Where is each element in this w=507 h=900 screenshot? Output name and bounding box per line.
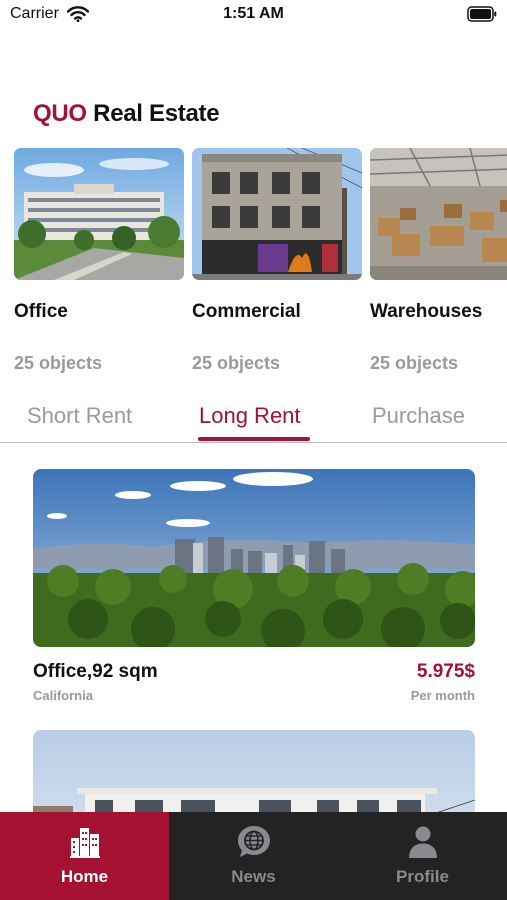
nav-label: News xyxy=(231,867,276,886)
brand-name: QUO xyxy=(33,100,87,127)
listing-image xyxy=(33,730,475,812)
category-carousel[interactable]: Office 25 objects Commercial 25 objects … xyxy=(14,148,507,388)
category-count: 25 objects xyxy=(192,353,281,373)
listing-price-period: Per month xyxy=(410,688,475,703)
active-tab-indicator xyxy=(198,437,310,441)
nav-profile[interactable]: Profile xyxy=(338,812,507,900)
listing-card[interactable]: Office,92 sqm California 5.975$ Per mont… xyxy=(33,469,475,707)
listing-image xyxy=(33,469,475,647)
category-image-warehouses xyxy=(370,148,507,280)
category-card-office[interactable]: Office 25 objects xyxy=(14,148,184,374)
listing-location: California xyxy=(33,688,93,703)
nav-news[interactable]: News xyxy=(169,812,338,900)
listing-card[interactable] xyxy=(33,730,475,812)
nav-label: Profile xyxy=(396,867,449,886)
bottom-navigation: Home News Profile xyxy=(0,812,507,900)
listing-feed[interactable]: Office,92 sqm California 5.975$ Per mont… xyxy=(33,469,475,812)
person-icon xyxy=(409,826,437,858)
nav-label: Home xyxy=(60,867,109,886)
tab-purchase[interactable]: Purchase xyxy=(372,403,465,429)
globe-chat-icon xyxy=(238,826,270,857)
status-bar: Carrier 1:51 AM xyxy=(0,0,507,30)
category-image-commercial xyxy=(192,148,362,280)
category-name: Warehouses xyxy=(370,301,483,322)
category-card-commercial[interactable]: Commercial 25 objects xyxy=(192,148,362,374)
listing-price: 5.975$ xyxy=(416,661,475,682)
battery-icon xyxy=(467,6,497,22)
tab-short-rent[interactable]: Short Rent xyxy=(27,403,132,429)
listing-title: Office,92 sqm xyxy=(33,661,158,682)
category-card-warehouses[interactable]: Warehouses 25 objects xyxy=(370,148,507,374)
nav-home[interactable]: Home xyxy=(0,812,169,900)
app-title-rest: Real Estate xyxy=(93,100,220,127)
category-name: Office xyxy=(14,301,68,322)
app-title: QUO Real Estate xyxy=(33,100,220,128)
category-image-office xyxy=(14,148,184,280)
buildings-icon xyxy=(70,828,100,858)
category-count: 25 objects xyxy=(14,353,103,373)
tab-long-rent[interactable]: Long Rent xyxy=(199,403,301,429)
rent-type-tabs: Short Rent Long Rent Purchase xyxy=(0,395,507,443)
status-time: 1:51 AM xyxy=(223,5,284,22)
category-count: 25 objects xyxy=(370,353,459,373)
category-name: Commercial xyxy=(192,301,301,322)
